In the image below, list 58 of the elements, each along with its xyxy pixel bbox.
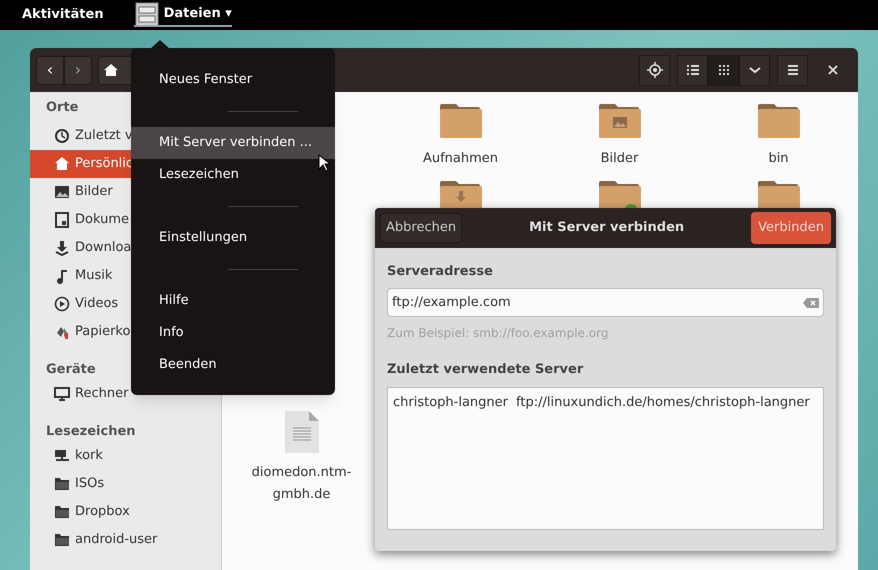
- list-view-icon: [684, 62, 700, 78]
- sidebar-heading: Lesezeichen: [46, 423, 136, 441]
- server-row[interactable]: christoph-langner ftp://linuxundich.de/homes/christoph-langner: [388, 392, 823, 412]
- sidebar-item[interactable]: android-user: [30, 526, 221, 554]
- file-name: bin: [767, 150, 790, 168]
- back-button[interactable]: ‹: [36, 56, 64, 84]
- sidebar-heading: Geräte: [46, 361, 96, 379]
- clear-icon: [803, 296, 819, 308]
- folder-icon: [54, 532, 70, 548]
- hint-text: Zum Beispiel: smb://foo.example.org: [387, 325, 610, 342]
- toolbar-button[interactable]: [739, 54, 770, 86]
- menu-item[interactable]: Info: [131, 317, 335, 349]
- home-icon: [103, 63, 119, 77]
- close-button[interactable]: ×: [814, 54, 852, 86]
- download-icon: [54, 240, 70, 256]
- toolbar-button[interactable]: [677, 54, 708, 86]
- menu-item[interactable]: Einstellungen: [131, 222, 335, 254]
- folder-icon: [756, 102, 802, 140]
- monitor-icon: [54, 386, 70, 402]
- home-icon: [54, 156, 70, 172]
- locate-icon: [646, 62, 662, 78]
- text-file-icon: [284, 410, 320, 454]
- activities-button[interactable]: Aktivitäten: [22, 5, 104, 25]
- dialog-title: Mit Server verbinden: [529, 219, 684, 238]
- section-label: Zuletzt verwendete Server: [387, 361, 584, 379]
- file-name: Bilder: [600, 150, 640, 168]
- sidebar-item[interactable]: Rechner: [30, 380, 221, 408]
- file-cabinet-icon: [134, 2, 160, 26]
- mouse-pointer-icon: [318, 154, 330, 172]
- menu-item[interactable]: Neues Fenster: [131, 64, 335, 96]
- folder-icon: [54, 476, 70, 492]
- field-label: Serveradresse: [387, 263, 494, 281]
- network-folder-icon: [54, 448, 70, 464]
- sidebar-item[interactable]: kork: [30, 442, 221, 470]
- toolbar-button[interactable]: [708, 54, 739, 86]
- picture-folder-icon: [596, 102, 642, 140]
- toolbar-button[interactable]: [639, 54, 670, 86]
- menu-button[interactable]: [777, 54, 808, 86]
- clock-icon: [54, 128, 70, 144]
- file-name: diomedon.ntm-gmbh.de: [250, 464, 352, 504]
- play-icon: [54, 296, 70, 312]
- sidebar-item[interactable]: ISOs: [30, 470, 221, 498]
- file-name: Aufnahmen: [422, 150, 500, 168]
- menu-item[interactable]: Beenden: [131, 349, 335, 381]
- folder-icon: [54, 504, 70, 520]
- cancel-button[interactable]: Abbrechen: [380, 213, 462, 243]
- sidebar-heading: Orte: [46, 99, 78, 117]
- address-field[interactable]: ftp://example.com: [387, 288, 824, 317]
- menu-item[interactable]: Mit Server verbinden ...: [131, 127, 335, 159]
- folder-icon: [438, 102, 484, 140]
- forward-button[interactable]: ›: [64, 56, 92, 84]
- document-icon: [54, 212, 70, 228]
- server-address: ftp://linuxundich.de/homes/christoph-langner: [516, 394, 810, 412]
- app-menu-button[interactable]: Dateien ▾: [134, 3, 232, 27]
- music-note-icon: [54, 268, 70, 284]
- sidebar-item[interactable]: Dropbox: [30, 498, 221, 526]
- server-name: christoph-langner: [393, 394, 508, 412]
- picture-icon: [54, 184, 70, 200]
